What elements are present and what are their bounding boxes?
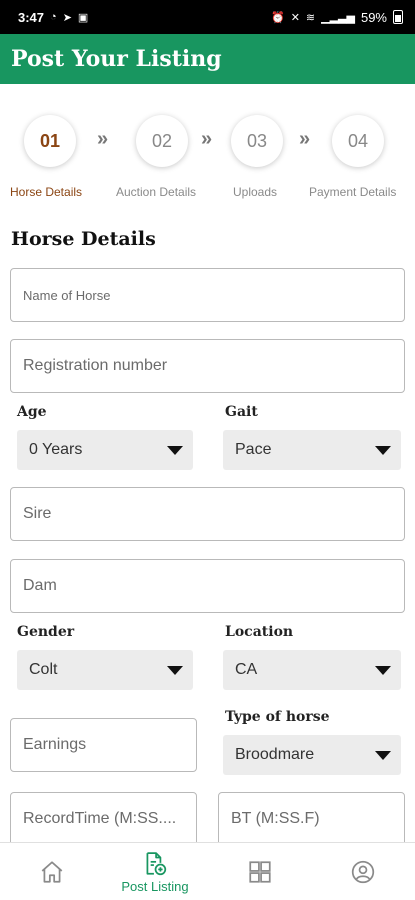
- battery-icon: [393, 10, 403, 24]
- gait-label: Gait: [225, 404, 258, 420]
- dashboard-icon: [249, 861, 271, 883]
- dam-field[interactable]: Dam: [10, 559, 405, 613]
- step-1-label: Horse Details: [10, 185, 83, 199]
- step-arrow-2: »: [201, 128, 213, 150]
- nav-post-listing-label: Post Listing: [121, 878, 189, 894]
- chevron-down-icon: [375, 445, 391, 455]
- step-4-label: Payment Details: [309, 185, 397, 199]
- registration-number-placeholder: Registration number: [23, 357, 168, 374]
- step-arrow-3: »: [299, 128, 311, 150]
- chevron-down-icon: [167, 445, 183, 455]
- horse-name-field[interactable]: Name of Horse: [10, 268, 405, 322]
- telegram-icon: ➤: [62, 11, 72, 24]
- age-select[interactable]: 0 Years: [17, 430, 193, 470]
- gender-select[interactable]: Colt: [17, 650, 193, 690]
- step-3-label: Uploads: [233, 185, 278, 199]
- location-value: CA: [235, 661, 258, 678]
- app-bar: Post Your Listing: [0, 34, 415, 84]
- step-4-circle[interactable]: 04: [332, 115, 384, 167]
- gallery-icon: ▣: [77, 11, 89, 24]
- nav-home[interactable]: [30, 843, 74, 900]
- chevron-down-icon: [167, 665, 183, 675]
- record-time-placeholder: RecordTime (M:SS....: [23, 810, 177, 827]
- step-arrow-1: »: [97, 128, 109, 150]
- earnings-placeholder: Earnings: [23, 736, 87, 753]
- step-2-circle[interactable]: 02: [136, 115, 188, 167]
- location-label: Location: [225, 624, 294, 640]
- status-bar-left: 3:47 ◔ ➤ ▣: [18, 10, 88, 25]
- profile-icon: [351, 860, 375, 884]
- type-of-horse-label: Type of horse: [225, 709, 330, 725]
- status-bar: 3:47 ◔ ➤ ▣ ⏰ ✕ ≋ ▁▂▃▅ 59%: [0, 0, 415, 34]
- nav-profile[interactable]: [341, 843, 385, 900]
- dam-placeholder: Dam: [23, 577, 57, 594]
- type-of-horse-value: Broodmare: [235, 746, 315, 763]
- status-bar-right: ⏰ ✕ ≋ ▁▂▃▅ 59%: [271, 10, 403, 25]
- home-icon: [41, 861, 63, 883]
- gait-select[interactable]: Pace: [223, 430, 401, 470]
- battery-percent: 59%: [360, 9, 387, 25]
- step-3-circle[interactable]: 03: [231, 115, 283, 167]
- earnings-field[interactable]: Earnings: [10, 718, 197, 772]
- whatsapp-icon: ◔: [50, 11, 57, 23]
- age-label: Age: [17, 404, 47, 420]
- chevron-down-icon: [375, 750, 391, 760]
- horse-name-placeholder: Name of Horse: [23, 287, 111, 303]
- type-of-horse-select[interactable]: Broodmare: [223, 735, 401, 775]
- bt-placeholder: BT (M:SS.F): [231, 810, 320, 827]
- sire-placeholder: Sire: [23, 505, 52, 522]
- signal-icon: ▁▂▃▅: [321, 11, 355, 24]
- sire-field[interactable]: Sire: [10, 487, 405, 541]
- section-title: Horse Details: [11, 228, 156, 250]
- page-title: Post Your Listing: [11, 46, 222, 72]
- post-listing-icon: [146, 851, 167, 875]
- record-time-field[interactable]: RecordTime (M:SS....: [10, 792, 197, 846]
- mute-icon: ✕: [290, 11, 300, 24]
- step-2-label: Auction Details: [116, 185, 197, 199]
- alarm-icon: ⏰: [270, 11, 285, 24]
- nav-dashboard[interactable]: [238, 843, 282, 900]
- gait-value: Pace: [235, 441, 272, 458]
- location-select[interactable]: CA: [223, 650, 401, 690]
- gender-value: Colt: [29, 661, 58, 678]
- chevron-down-icon: [375, 665, 391, 675]
- status-time: 3:47: [18, 9, 45, 25]
- step-1-circle[interactable]: 01: [24, 115, 76, 167]
- gender-label: Gender: [17, 624, 75, 640]
- registration-number-field[interactable]: Registration number: [10, 339, 405, 393]
- bt-field[interactable]: BT (M:SS.F): [218, 792, 405, 846]
- wifi-icon: ≋: [305, 11, 316, 24]
- bottom-nav: Post Listing: [0, 842, 415, 900]
- age-value: 0 Years: [29, 441, 83, 458]
- nav-post-listing[interactable]: Post Listing: [108, 843, 202, 900]
